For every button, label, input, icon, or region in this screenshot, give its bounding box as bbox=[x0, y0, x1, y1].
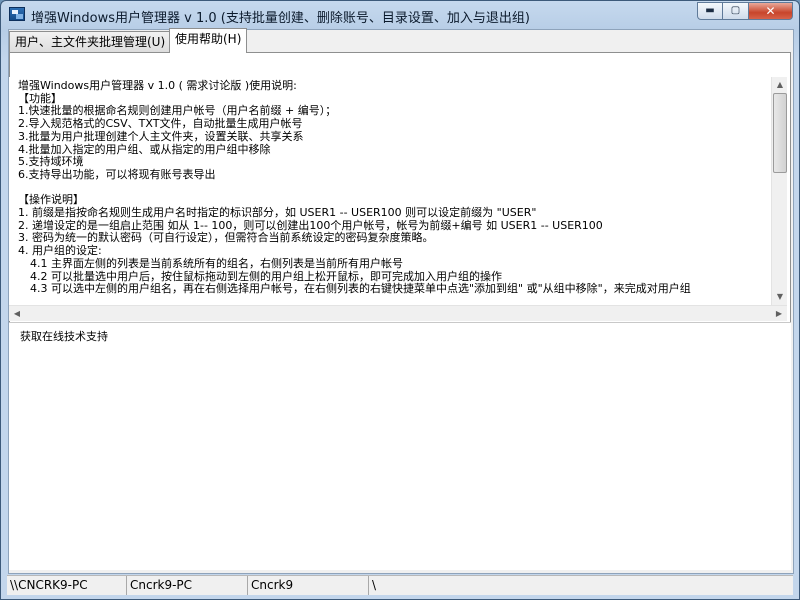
help-text-area[interactable]: 增强Windows用户管理器 v 1.0 ( 需求讨论版 )使用说明: 【功能】 1… bbox=[9, 77, 771, 305]
scroll-up-arrow-icon[interactable]: ▲ bbox=[772, 77, 788, 93]
help-line: 4.批量加入指定的用户组、或从指定的用户组中移除 bbox=[18, 142, 271, 156]
title-bar[interactable]: 增强Windows用户管理器 v 1.0 (支持批量创建、删除账号、目录设置、加… bbox=[1, 1, 799, 29]
help-line: 3.批量为用户批理创建个人主文件夹，设置关联、共享关系 bbox=[18, 129, 304, 143]
help-line: 4. 用户组的设定: bbox=[18, 244, 102, 258]
online-support-link[interactable]: 获取在线技术支持 bbox=[20, 330, 108, 343]
scroll-right-arrow-icon[interactable]: ▶ bbox=[771, 306, 787, 322]
maximize-button[interactable]: ▢ bbox=[723, 2, 749, 20]
help-line: 4.1 主界面左侧的列表是当前系统所有的组名，右侧列表是当前所有用户帐号 bbox=[30, 256, 403, 270]
window-title: 增强Windows用户管理器 v 1.0 (支持批量创建、删除账号、目录设置、加… bbox=[31, 11, 530, 26]
help-line bbox=[18, 182, 771, 195]
tab-user-management[interactable]: 用户、主文件夹批理管理(U) bbox=[9, 31, 172, 53]
caption-buttons: ▬ ▢ ✕ bbox=[697, 2, 793, 20]
help-line: 4.3 可以选中左侧的用户组名，再在右侧选择用户帐号，在右侧列表的右键快捷菜单中… bbox=[30, 282, 691, 296]
status-user-name: Cncrk9 bbox=[248, 576, 369, 595]
help-line: 增强Windows用户管理器 v 1.0 ( 需求讨论版 )使用说明: bbox=[18, 79, 297, 92]
app-icon bbox=[9, 7, 25, 21]
tab-help[interactable]: 使用帮助(H) bbox=[169, 28, 248, 53]
status-computer-name: Cncrk9-PC bbox=[127, 576, 248, 595]
status-bar: \\CNCRK9-PC Cncrk9-PC Cncrk9 \ bbox=[7, 575, 793, 595]
close-button[interactable]: ✕ bbox=[749, 2, 793, 20]
support-panel: 获取在线技术支持 bbox=[9, 322, 791, 570]
status-path: \ bbox=[372, 578, 377, 592]
vertical-scrollbar[interactable]: ▲ ▼ bbox=[771, 77, 787, 305]
horizontal-scrollbar[interactable]: ◀ ▶ bbox=[9, 305, 787, 321]
help-line: 3. 密码为统一的默认密码（可自行设定），但需符合当前系统设定的密码复杂度策略。 bbox=[18, 231, 434, 245]
minimize-button[interactable]: ▬ bbox=[697, 2, 723, 20]
help-line: 6.支持导出功能，可以将现有账号表导出 bbox=[18, 167, 216, 181]
status-unc-path: \\CNCRK9-PC bbox=[7, 576, 127, 595]
help-line: 2.导入规范格式的CSV、TXT文件，自动批量生成用户帐号 bbox=[18, 117, 303, 131]
help-line: 1. 前缀是指按命名规则生成用户名时指定的标识部分，如 USER1 -- USE… bbox=[18, 206, 537, 220]
vertical-scroll-thumb[interactable] bbox=[773, 93, 787, 173]
scroll-left-arrow-icon[interactable]: ◀ bbox=[9, 306, 25, 322]
scroll-down-arrow-icon[interactable]: ▼ bbox=[772, 289, 788, 305]
